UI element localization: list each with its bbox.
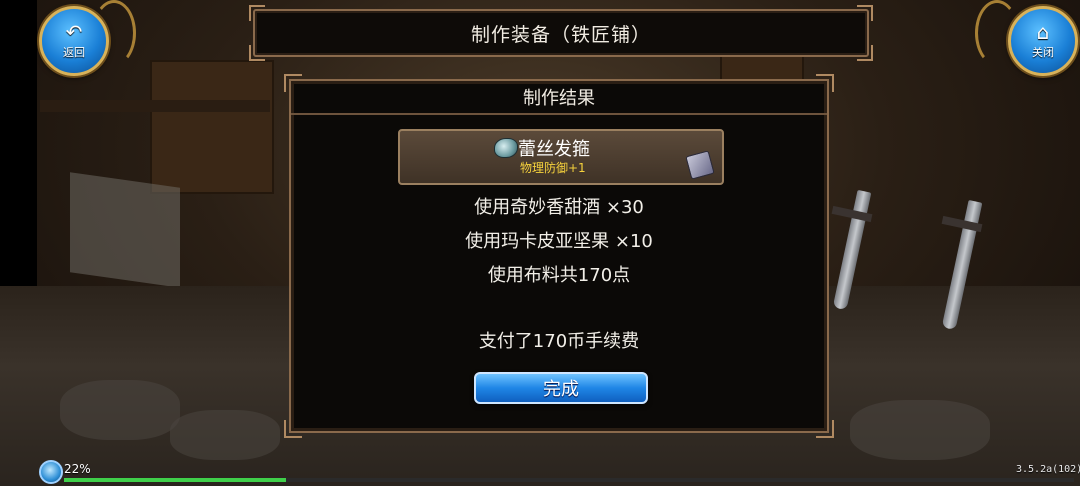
back-button[interactable]: ↶ 返回	[39, 6, 109, 76]
window-title-bar: 制作装备（铁匠铺）	[249, 5, 873, 61]
floor-stone	[170, 410, 280, 460]
floor-stone	[60, 380, 180, 440]
home-icon: ⌂	[1036, 20, 1050, 44]
item-name: 蕾丝发箍	[518, 139, 590, 160]
window-title: 制作装备（铁匠铺）	[470, 23, 651, 46]
done-button[interactable]: 完成	[474, 372, 648, 404]
back-arrow-icon: ↶	[65, 20, 83, 44]
material-line: 使用布料共170点	[487, 265, 631, 286]
close-button[interactable]: ⌂ 关闭	[1008, 6, 1078, 76]
craft-result-panel: 制作结果 蕾丝发箍 物理防御+1 使用奇妙香甜酒 ×30 使用玛卡皮亚坚果 ×1…	[284, 74, 834, 438]
material-line: 使用玛卡皮亚坚果 ×10	[465, 231, 653, 252]
bookshelf	[150, 60, 274, 194]
loading-percent: 22%	[64, 462, 91, 476]
material-line: 使用奇妙香甜酒 ×30	[474, 197, 644, 218]
crafted-item-card[interactable]: 蕾丝发箍 物理防御+1	[398, 129, 724, 185]
network-icon	[39, 460, 63, 484]
item-stat: 物理防御+1	[520, 161, 586, 175]
equipment-badge-icon	[685, 150, 715, 180]
close-label: 关闭	[1032, 46, 1054, 59]
hairband-icon	[494, 138, 518, 158]
notice-board	[70, 172, 180, 288]
panel-title: 制作结果	[291, 81, 827, 115]
loading-progress-bar	[64, 478, 1074, 482]
wood-beam	[40, 100, 270, 112]
progress-fill	[64, 478, 287, 482]
back-label: 返回	[63, 46, 85, 59]
fee-text: 支付了170币手续费	[478, 331, 640, 352]
floor-stone	[850, 400, 990, 460]
version-label: 3.5.2a(102)	[1016, 464, 1080, 475]
